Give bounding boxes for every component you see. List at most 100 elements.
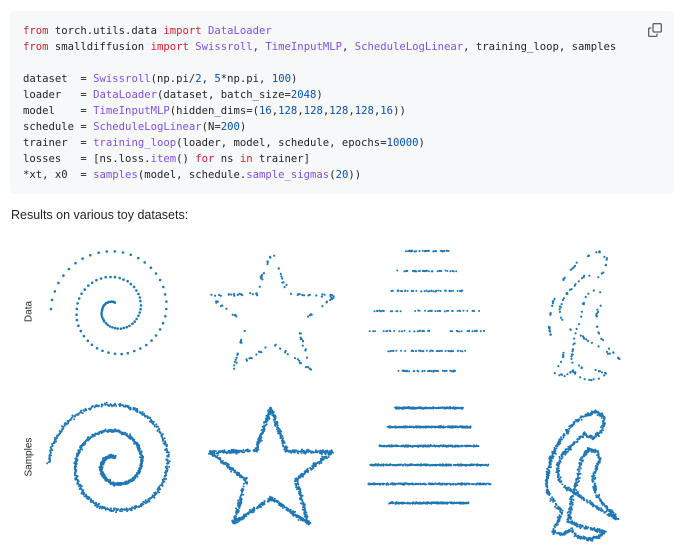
scatter-point <box>467 445 470 448</box>
scatter-point <box>386 464 389 467</box>
scatter-point <box>432 290 435 293</box>
scatter-point <box>575 261 578 264</box>
scatter-point <box>103 402 106 405</box>
scatter-point <box>50 454 53 457</box>
scatter-point <box>107 351 110 354</box>
scatter-point <box>404 289 407 292</box>
scatter-point <box>573 372 577 375</box>
scatter-point <box>299 496 302 499</box>
scatter-point <box>53 290 57 293</box>
scatter-point <box>455 483 458 486</box>
scatter-point <box>149 266 153 270</box>
scatter-point <box>573 337 576 340</box>
scatter-point <box>441 369 444 372</box>
scatter-point <box>88 497 91 500</box>
scatter-point <box>455 329 458 332</box>
scatter-point <box>235 511 238 514</box>
scatter-point <box>283 286 286 289</box>
scatter-point <box>402 464 404 467</box>
scatter-point <box>430 270 433 273</box>
scatter-point <box>62 274 65 277</box>
scatter-point <box>448 463 450 466</box>
scatter-point <box>155 423 158 426</box>
scatter-point <box>168 465 171 468</box>
scatter-point <box>382 330 385 333</box>
scatter-point <box>256 507 259 510</box>
swissroll-panel <box>49 250 168 356</box>
dinosaur-panel <box>547 250 621 382</box>
scatter-point <box>321 455 324 458</box>
scatter-point <box>452 406 455 409</box>
scatter-point <box>458 445 461 447</box>
scatter-point <box>320 459 323 462</box>
scatter-point <box>452 482 455 485</box>
scatter-point <box>562 353 565 357</box>
scatter-point <box>450 370 453 373</box>
scatter-point <box>385 445 388 447</box>
scatter-point <box>453 425 456 428</box>
scatter-point <box>398 330 401 333</box>
scatter-point <box>561 356 565 359</box>
scatter-point <box>298 476 301 479</box>
scatter-point <box>303 515 306 518</box>
scatter-point <box>139 347 142 350</box>
scatter-point <box>435 289 438 292</box>
scatter-point <box>412 370 415 373</box>
scatter-point <box>603 255 606 258</box>
scatter-point <box>385 482 388 485</box>
scatter-point <box>113 430 116 433</box>
scatter-point <box>81 412 84 415</box>
scatter-point <box>369 463 372 466</box>
scatter-point <box>569 328 572 331</box>
scatter-point <box>446 249 449 252</box>
scatter-point <box>261 278 264 281</box>
scatter-point <box>312 451 315 454</box>
scatter-point <box>220 461 223 464</box>
scatter-point <box>461 350 464 353</box>
scatter-point <box>285 445 287 448</box>
scatter-point <box>245 513 248 515</box>
scatter-point <box>436 270 439 273</box>
scatter-point <box>295 488 298 491</box>
scatter-point <box>416 369 419 372</box>
scatter-point <box>378 483 380 486</box>
scatter-point <box>106 323 109 327</box>
scatter-point <box>420 290 423 293</box>
scatter-point <box>391 464 394 467</box>
scatter-point <box>420 464 423 467</box>
scatter-point <box>429 350 432 353</box>
scatter-point <box>268 255 272 258</box>
scatter-point <box>299 494 302 497</box>
scatter-point <box>466 309 469 312</box>
scatter-point <box>273 497 276 500</box>
scatter-point <box>389 310 392 313</box>
scatter-point <box>434 310 437 312</box>
scatter-point <box>572 343 575 346</box>
scatter-point <box>483 329 485 332</box>
scatter-point <box>451 330 453 333</box>
scatter-point <box>437 426 439 428</box>
scatter-point <box>419 329 422 332</box>
scatter-point <box>318 450 321 453</box>
scatter-point <box>327 456 330 458</box>
scatter-point <box>272 413 275 416</box>
scatter-point <box>447 425 449 428</box>
scatter-point <box>286 353 289 356</box>
scatter-point <box>382 445 385 448</box>
scatter-point <box>147 498 150 501</box>
scatter-point <box>78 411 81 414</box>
scatter-point <box>424 482 426 485</box>
scatter-point <box>298 293 301 296</box>
scatter-point <box>472 445 475 447</box>
scatter-point <box>443 310 446 313</box>
scatter-point <box>276 426 279 429</box>
scatter-point <box>607 347 611 350</box>
scatter-point <box>262 503 265 506</box>
scatter-point <box>465 426 468 428</box>
scatter-point <box>87 439 90 442</box>
scatter-point <box>578 364 581 367</box>
scatter-point <box>82 443 85 446</box>
scatter-point <box>166 454 169 457</box>
scatter-point <box>283 441 286 444</box>
scatter-point <box>263 421 266 424</box>
